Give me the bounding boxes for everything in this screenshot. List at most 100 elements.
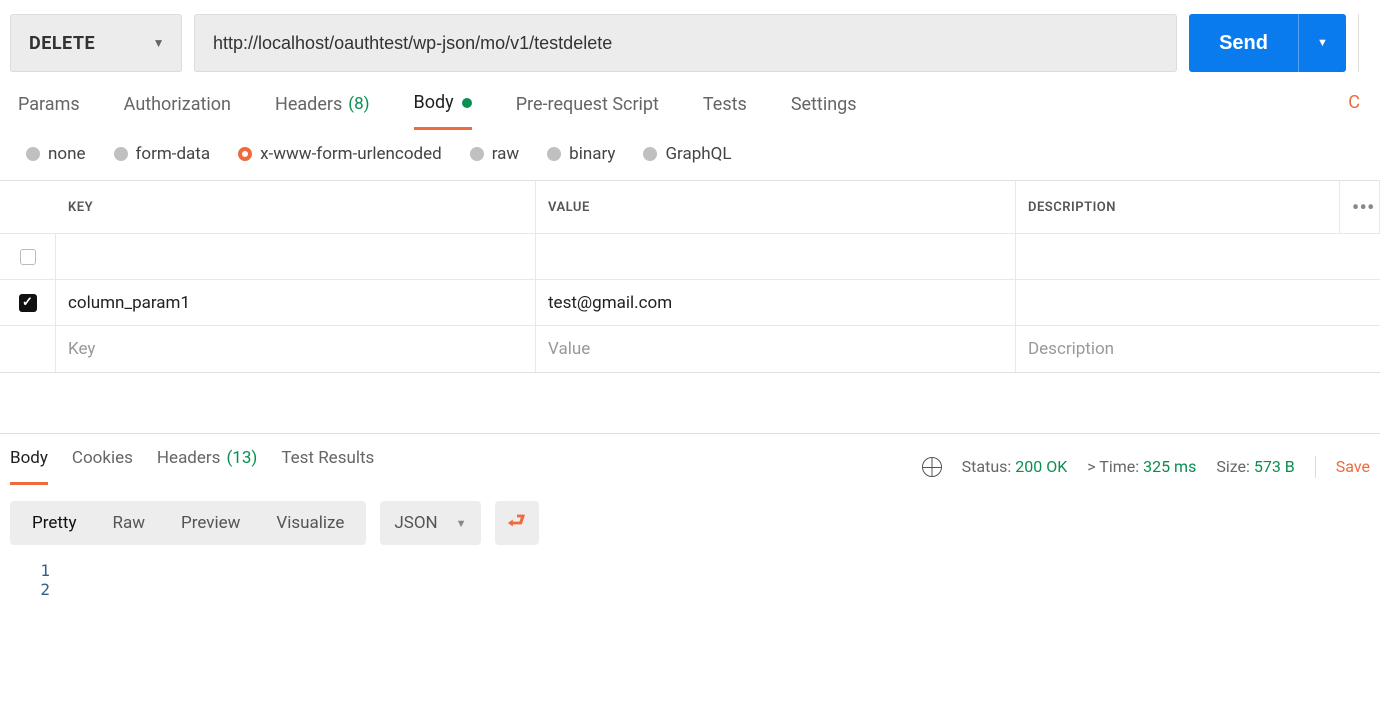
radio-none[interactable]: none (26, 144, 86, 164)
time-group: > Time: 325 ms (1087, 457, 1196, 476)
right-pane-edge (1358, 14, 1370, 72)
tab-tests[interactable]: Tests (703, 92, 747, 130)
tab-headers-count: (8) (348, 94, 369, 114)
table-header-row: KEY VALUE DESCRIPTION ••• (0, 181, 1380, 234)
chevron-down-icon: ▼ (456, 517, 467, 530)
chevron-down-icon: ▼ (153, 36, 165, 50)
radio-icon (470, 147, 484, 161)
response-view-mode-group: Pretty Raw Preview Visualize (10, 501, 366, 545)
view-visualize-button[interactable]: Visualize (258, 505, 362, 541)
table-row-new: Key Value Description (0, 326, 1380, 372)
wrap-lines-icon: ⮐ (508, 506, 526, 540)
row-desc-empty[interactable] (1016, 234, 1380, 279)
tab-body-label: Body (414, 92, 454, 113)
radio-icon (643, 147, 657, 161)
radio-form-data-label: form-data (136, 144, 211, 164)
table-row (0, 234, 1380, 280)
response-header: Body Cookies Headers (13) Test Results S… (0, 434, 1380, 485)
new-key-input[interactable]: Key (56, 326, 536, 372)
request-row: DELETE ▼ Send ▼ (0, 0, 1380, 72)
radio-raw[interactable]: raw (470, 144, 519, 164)
tab-headers[interactable]: Headers (8) (275, 92, 370, 130)
time-value: 325 ms (1143, 457, 1196, 476)
table-header-description: DESCRIPTION (1016, 181, 1340, 233)
view-preview-button[interactable]: Preview (163, 505, 258, 541)
chevron-down-icon: ▼ (1317, 37, 1328, 49)
response-toolbar: Pretty Raw Preview Visualize JSON ▼ ⮐ (0, 485, 1380, 555)
body-modified-indicator-icon (462, 98, 472, 108)
globe-icon[interactable] (922, 457, 942, 477)
table-row: column_param1 test@gmail.com (0, 280, 1380, 326)
request-tabs: Params Authorization Headers (8) Body Pr… (0, 72, 1380, 130)
radio-icon (26, 147, 40, 161)
line-number: 1 (36, 561, 50, 580)
tab-params[interactable]: Params (18, 92, 80, 130)
response-meta: Status: 200 OK > Time: 325 ms Size: 573 … (922, 456, 1370, 478)
line-number: 2 (36, 580, 50, 599)
radio-binary-label: binary (569, 144, 615, 164)
response-body-viewer[interactable]: 1 2 (0, 555, 1380, 639)
row-value[interactable]: test@gmail.com (536, 280, 1016, 325)
new-desc-input[interactable]: Description (1016, 326, 1380, 372)
size-group: Size: 573 B (1216, 457, 1294, 476)
save-response-button[interactable]: Save (1336, 457, 1370, 476)
right-edge-truncated: C (1348, 92, 1362, 130)
send-button[interactable]: Send (1189, 14, 1298, 72)
radio-icon (114, 147, 128, 161)
status-value: 200 OK (1015, 457, 1067, 476)
radio-graphql[interactable]: GraphQL (643, 144, 731, 164)
new-value-input[interactable]: Value (536, 326, 1016, 372)
row-value-empty[interactable] (536, 234, 1016, 279)
: Time: (1099, 457, 1139, 476)
radio-form-data[interactable]: form-data (114, 144, 211, 164)
view-raw-button[interactable]: Raw (95, 505, 164, 541)
radio-binary[interactable]: binary (547, 144, 615, 164)
size-value: 573 B (1254, 457, 1295, 476)
response-format-label: JSON (394, 513, 437, 533)
tab-settings[interactable]: Settings (791, 92, 857, 130)
radio-urlencoded[interactable]: x-www-form-urlencoded (238, 144, 442, 164)
status-group: Status: 200 OK (962, 457, 1068, 476)
checkbox-checked-icon (19, 294, 37, 312)
radio-icon (547, 147, 561, 161)
send-dropdown-button[interactable]: ▼ (1298, 14, 1346, 72)
tab-authorization[interactable]: Authorization (124, 92, 231, 130)
tab-headers-label: Headers (275, 94, 342, 115)
response-format-select[interactable]: JSON ▼ (380, 501, 480, 545)
tab-body[interactable]: Body (414, 92, 472, 130)
tab-pre-request-script[interactable]: Pre-request Script (516, 92, 659, 130)
table-header-value: VALUE (536, 181, 1016, 233)
response-tab-headers[interactable]: Headers (13) (157, 448, 257, 485)
url-input[interactable] (194, 14, 1177, 72)
wrap-lines-button[interactable]: ⮐ (495, 501, 539, 545)
separator (1315, 456, 1316, 478)
row-desc[interactable] (1016, 280, 1380, 325)
radio-selected-icon (238, 147, 252, 161)
http-method-label: DELETE (29, 33, 95, 54)
body-type-radios: none form-data x-www-form-urlencoded raw… (0, 130, 1380, 180)
response-tab-test-results[interactable]: Test Results (281, 448, 374, 485)
view-pretty-button[interactable]: Pretty (14, 505, 95, 541)
response-tab-headers-label: Headers (157, 448, 221, 471)
size-label: Size: (1216, 457, 1250, 476)
row-key-empty[interactable] (56, 234, 536, 279)
code-line: 1 (36, 561, 1370, 580)
radio-urlencoded-label: x-www-form-urlencoded (260, 144, 442, 164)
response-section: Body Cookies Headers (13) Test Results S… (0, 433, 1380, 639)
table-header-key: KEY (56, 181, 536, 233)
response-tab-cookies[interactable]: Cookies (72, 448, 133, 485)
body-params-table: KEY VALUE DESCRIPTION ••• column_param1 … (0, 180, 1380, 373)
radio-none-label: none (48, 144, 86, 164)
http-method-select[interactable]: DELETE ▼ (10, 14, 182, 72)
row-key[interactable]: column_param1 (56, 280, 536, 325)
radio-graphql-label: GraphQL (665, 144, 731, 164)
row-checkbox-unchecked[interactable] (0, 234, 56, 279)
response-tabs: Body Cookies Headers (13) Test Results (10, 448, 374, 485)
table-header-more-icon[interactable]: ••• (1340, 181, 1380, 233)
table-header-check (0, 181, 56, 233)
checkbox-empty-icon (20, 249, 36, 265)
row-checkbox-checked[interactable] (0, 280, 56, 325)
radio-raw-label: raw (492, 144, 519, 164)
code-line: 2 (36, 580, 1370, 599)
response-tab-body[interactable]: Body (10, 448, 48, 485)
